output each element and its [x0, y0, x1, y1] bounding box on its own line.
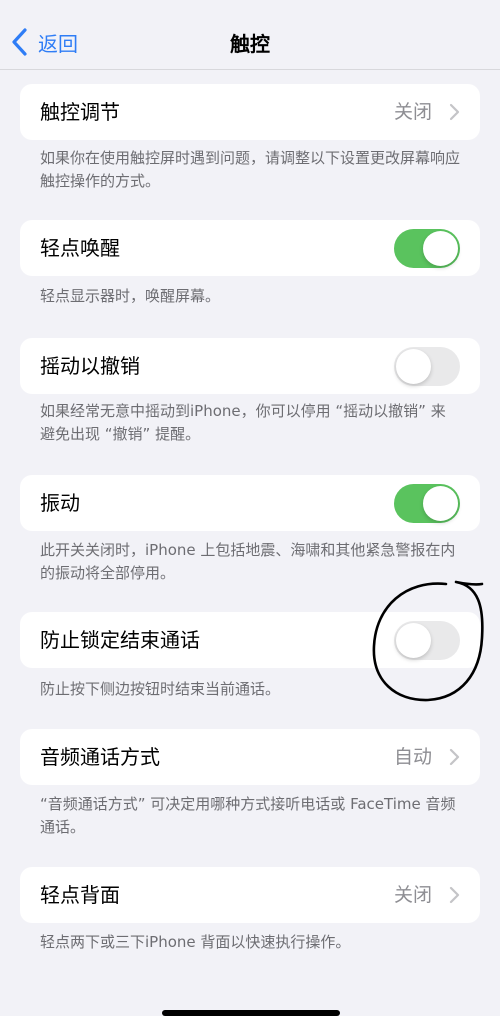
row-value: 关闭	[393, 101, 432, 123]
row-vibration: 振动	[20, 475, 480, 531]
toggle-knob	[396, 349, 431, 384]
footer-tap-to-wake: 轻点显示器时，唤醒屏幕。	[40, 287, 221, 305]
footer-prevent-lock-end-call: 防止按下侧边按钮时结束当前通话。	[40, 680, 281, 698]
row-shake-to-undo: 摇动以撤销	[20, 338, 480, 394]
row-label: 轻点唤醒	[40, 236, 120, 260]
row-back-tap[interactable]: 轻点背面 关闭	[20, 867, 480, 923]
toggle-knob	[423, 231, 458, 266]
row-label: 触控调节	[40, 100, 120, 124]
navigation-bar: 返回 触控	[0, 0, 500, 70]
row-tap-to-wake: 轻点唤醒	[20, 220, 480, 276]
settings-page: 返回 触控 触控调节 关闭 如果你在使用触控屏时遇到问题，请调整以下设置更改屏幕…	[0, 0, 500, 1016]
row-value: 关闭	[393, 884, 432, 906]
chevron-right-icon	[449, 886, 460, 904]
row-prevent-lock-end-call: 防止锁定结束通话	[20, 612, 480, 668]
row-label: 轻点背面	[40, 883, 120, 907]
row-label: 音频通话方式	[40, 745, 160, 769]
row-label: 振动	[40, 491, 80, 515]
chevron-right-icon	[449, 103, 460, 121]
chevron-right-icon	[449, 748, 460, 766]
row-call-audio-routing[interactable]: 音频通话方式 自动	[20, 729, 480, 785]
row-touch-accommodations[interactable]: 触控调节 关闭	[20, 84, 480, 140]
tap-to-wake-toggle[interactable]	[394, 229, 460, 268]
toggle-knob	[396, 623, 431, 658]
footer-call-audio-routing: “音频通话方式” 可决定用哪种方式接听电话或 FaceTime 音频通话。	[40, 795, 456, 836]
toggle-knob	[423, 486, 458, 521]
footer-vibration: 此开关关闭时，iPhone 上包括地震、海啸和其他紧急警报在内的振动将全部停用。	[40, 541, 456, 582]
footer-touch-accommodations: 如果你在使用触控屏时遇到问题，请调整以下设置更改屏幕响应触控操作的方式。	[40, 149, 461, 190]
row-value: 自动	[393, 746, 432, 768]
footer-shake-to-undo: 如果经常无意中摇动到iPhone，你可以停用 “摇动以撤销” 来避免出现 “撤销…	[40, 402, 446, 443]
prevent-lock-end-call-toggle[interactable]	[394, 621, 460, 660]
row-label: 摇动以撤销	[40, 354, 140, 378]
home-indicator	[162, 1010, 340, 1016]
row-label: 防止锁定结束通话	[40, 628, 200, 652]
footer-back-tap: 轻点两下或三下iPhone 背面以快速执行操作。	[40, 933, 351, 951]
page-title: 触控	[230, 32, 270, 56]
shake-to-undo-toggle[interactable]	[394, 347, 460, 386]
vibration-toggle[interactable]	[394, 484, 460, 523]
